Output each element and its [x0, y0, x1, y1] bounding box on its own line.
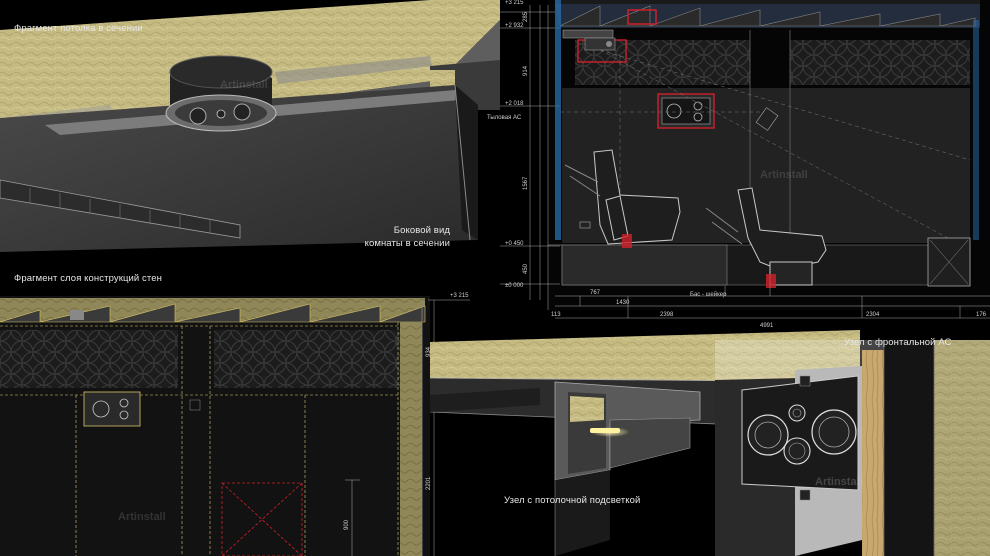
side-view-title: Боковой вид комнаты в сечении [300, 224, 450, 250]
dim-767: 767 [590, 290, 601, 296]
svg-text:Artinstall: Artinstall [815, 476, 863, 488]
dim-285: 285 [523, 11, 529, 22]
side-view-line-2: комнаты в сечении [364, 238, 450, 249]
dim-113: 113 [551, 312, 561, 318]
wall-layers-view: Artinstall [0, 296, 470, 556]
ceiling-light-node-title: Узел с потолочной подсветкой [504, 495, 641, 506]
wall-dim-934: 934 [426, 346, 432, 357]
level-0000-label: ±0 000 [505, 283, 524, 289]
wall-dim-2201: 2201 [426, 476, 432, 490]
dim-4991: 4991 [760, 323, 774, 329]
dim-450: 450 [523, 263, 529, 274]
front-speaker-node-view: Artinstall [715, 340, 990, 556]
wall-layers-title: Фрагмент слоя конструкций стен [14, 273, 162, 284]
wall-level-label: +3 215 [450, 293, 469, 299]
room-side-section: Artinstall [500, 0, 990, 319]
bass-shaker-label: Бас - шейкер [690, 292, 727, 298]
svg-text:Artinstall: Artinstall [220, 79, 268, 91]
dim-176: 176 [976, 312, 987, 318]
level-2932-label: +2 932 [505, 23, 524, 29]
level-0450-label: +0 450 [505, 241, 524, 247]
dim-2304: 2304 [866, 312, 880, 318]
ceiling-speaker-icon [165, 55, 277, 132]
dim-914: 914 [523, 65, 529, 76]
level-3215-label: +3 215 [505, 0, 524, 6]
ceiling-fragment-title: Фрагмент потолка в сечении [14, 23, 143, 34]
front-speaker-panel-icon [741, 375, 859, 491]
wall-dim-900: 900 [344, 519, 350, 530]
dim-1567: 1567 [523, 176, 529, 190]
ceiling-fragment-view: Artinstall [0, 0, 500, 252]
front-speaker-node-title: Узел с фронтальной АС [844, 337, 952, 348]
svg-text:Artinstall: Artinstall [118, 511, 166, 523]
front-speaker-icon [83, 391, 141, 427]
side-view-line-1: Боковой вид [393, 225, 450, 236]
rear-speaker-icon [657, 93, 715, 129]
level-2018-label: +2 018 [505, 101, 524, 107]
dim-1430: 1430 [616, 300, 630, 306]
svg-text:Artinstall: Artinstall [760, 169, 808, 181]
rear-speaker-label: Тыловая АС [487, 115, 522, 121]
subwoofer-icon [927, 237, 971, 287]
dim-2398: 2398 [660, 312, 674, 318]
